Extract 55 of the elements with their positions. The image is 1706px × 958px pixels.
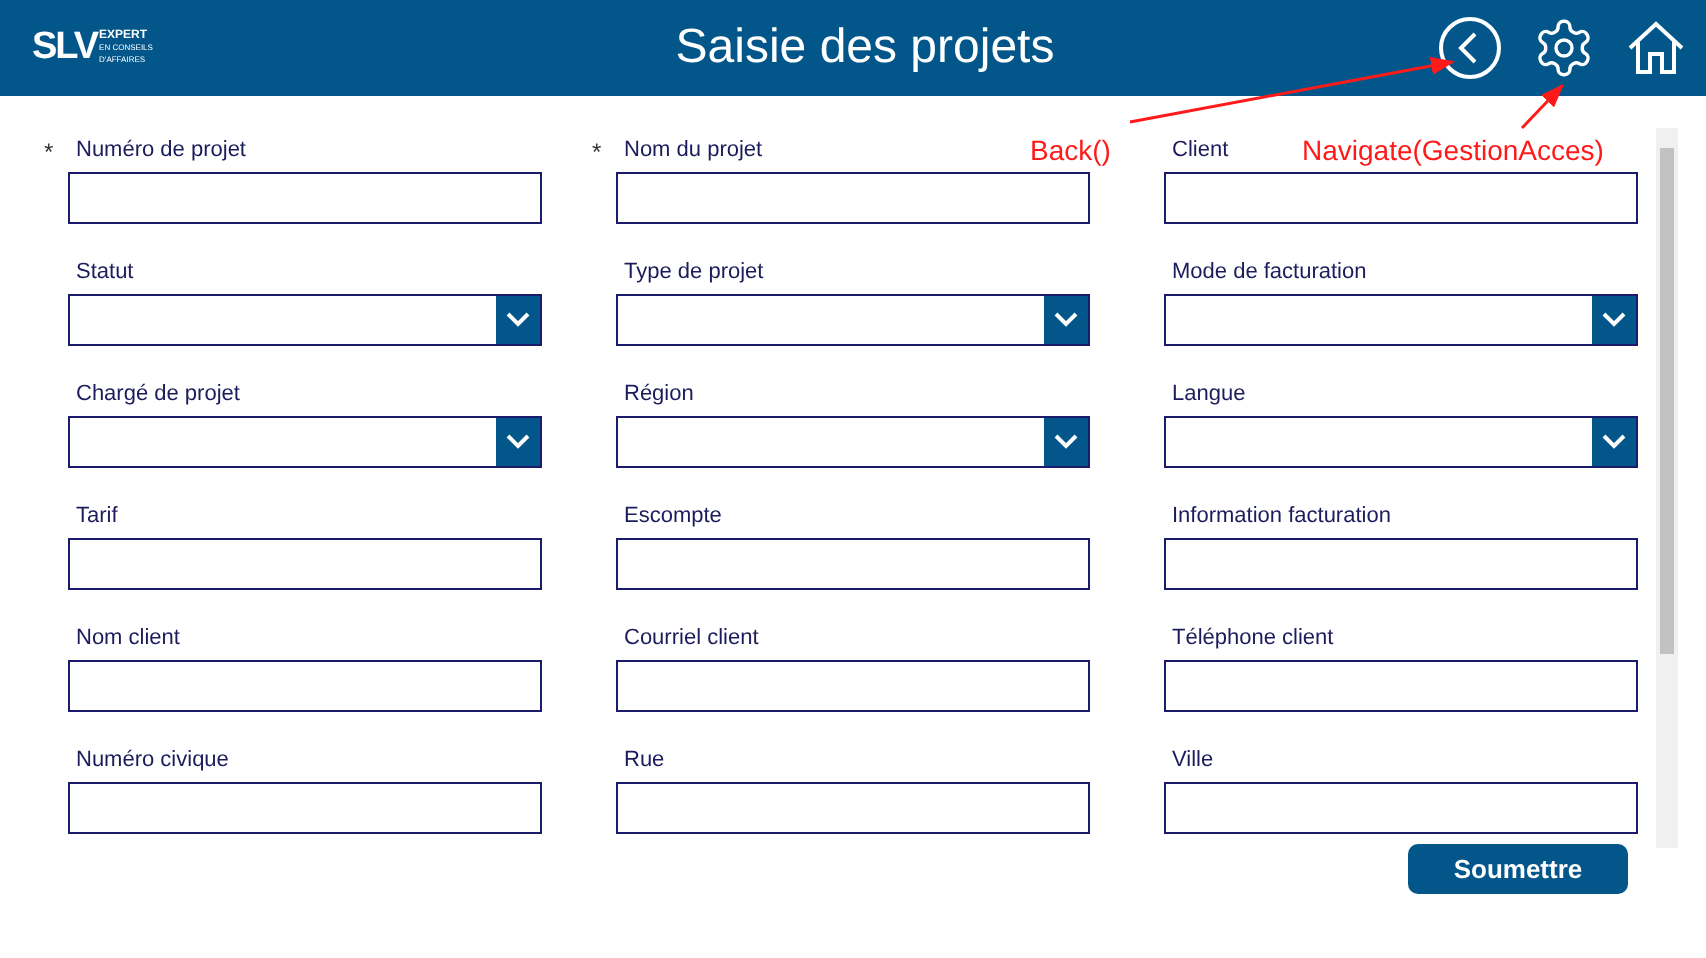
field-label: Rue <box>624 746 665 776</box>
input-field[interactable] <box>1164 660 1638 712</box>
field-label: Téléphone client <box>1172 624 1334 654</box>
dropdown[interactable] <box>616 294 1090 346</box>
chevron-down-icon <box>1054 312 1078 328</box>
field-label: Client <box>1172 136 1229 166</box>
dropdown[interactable] <box>68 416 542 468</box>
input-field[interactable] <box>68 538 542 590</box>
field-label: Région <box>624 380 694 410</box>
dropdown[interactable] <box>1164 416 1638 468</box>
required-asterisk: * <box>44 136 54 170</box>
input-field[interactable] <box>1164 538 1638 590</box>
home-icon <box>1626 18 1686 78</box>
input-field[interactable] <box>68 172 542 224</box>
chevron-down-icon <box>1054 434 1078 450</box>
field-label: Courriel client <box>624 624 759 654</box>
field-label: Information facturation <box>1172 502 1391 532</box>
logo-letters: SLV <box>32 23 98 72</box>
annotation-text: Back() <box>1030 132 1111 170</box>
field-label: Numéro de projet <box>76 136 246 166</box>
dropdown[interactable] <box>68 294 542 346</box>
field-label: Nom client <box>76 624 180 654</box>
field-label: Numéro civique <box>76 746 229 776</box>
field-label: Langue <box>1172 380 1246 410</box>
back-button[interactable] <box>1438 14 1506 82</box>
input-field[interactable] <box>68 782 542 834</box>
field-label: Escompte <box>624 502 722 532</box>
field-label: Mode de facturation <box>1172 258 1367 288</box>
annotation-arrow <box>1520 83 1565 130</box>
input-field[interactable] <box>68 660 542 712</box>
input-field[interactable] <box>1164 782 1638 834</box>
chevron-down-icon <box>1602 434 1626 450</box>
input-field[interactable] <box>616 538 1090 590</box>
page-title: Saisie des projets <box>675 18 1055 78</box>
field-label: Tarif <box>76 502 118 532</box>
input-field[interactable] <box>1164 172 1638 224</box>
required-asterisk: * <box>592 136 602 170</box>
back-icon <box>1438 16 1502 80</box>
dropdown[interactable] <box>1164 294 1638 346</box>
settings-icon <box>1532 16 1596 80</box>
field-label: Statut <box>76 258 134 288</box>
chevron-down-icon <box>506 312 530 328</box>
annotation-text: Navigate(GestionAcces) <box>1302 132 1604 170</box>
submit-button[interactable]: Soumettre <box>1408 844 1628 894</box>
dropdown[interactable] <box>616 416 1090 468</box>
field-label: Chargé de projet <box>76 380 240 410</box>
scrollbar[interactable] <box>1656 128 1678 848</box>
field-label: Ville <box>1172 746 1214 776</box>
input-field[interactable] <box>616 172 1090 224</box>
field-label: Type de projet <box>624 258 764 288</box>
input-field[interactable] <box>616 782 1090 834</box>
field-label: Nom du projet <box>624 136 763 166</box>
chevron-down-icon <box>506 434 530 450</box>
chevron-down-icon <box>1602 312 1626 328</box>
input-field[interactable] <box>616 660 1090 712</box>
